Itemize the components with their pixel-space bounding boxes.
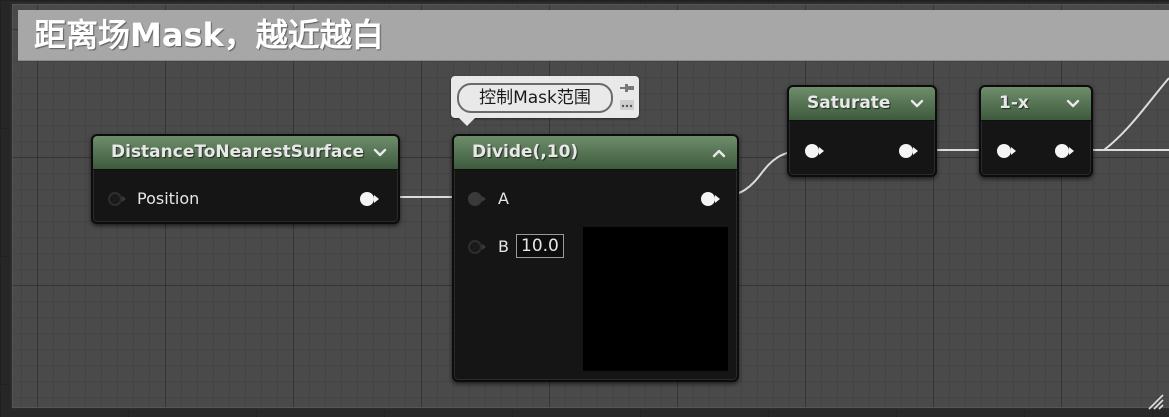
pin-label-position: Position xyxy=(137,189,200,208)
pin-label-b: B xyxy=(498,237,509,256)
comment-bubble-text: 控制Mask范围 xyxy=(479,88,591,108)
comment-bubble-pill[interactable]: 控制Mask范围 xyxy=(457,83,613,113)
node-header[interactable]: Divide(,10) xyxy=(454,136,737,170)
pin-connector-icon[interactable] xyxy=(803,143,825,159)
node-comment-bubble[interactable]: 控制Mask范围 xyxy=(451,76,639,126)
pin-connector-icon[interactable] xyxy=(897,143,919,159)
node-title: Divide(,10) xyxy=(472,142,579,162)
b-value-input[interactable]: 10.0 xyxy=(516,234,564,258)
node-divide[interactable]: Divide(,10) A B 10.0 xyxy=(452,134,739,382)
chevron-down-icon[interactable] xyxy=(909,96,925,112)
node-preview xyxy=(583,227,728,371)
pin-icon[interactable] xyxy=(619,82,635,94)
node-title: 1-x xyxy=(999,93,1029,113)
chevron-down-icon[interactable] xyxy=(1065,96,1081,112)
node-title: Saturate xyxy=(807,93,891,113)
node-header[interactable]: 1-x xyxy=(981,87,1091,121)
node-one-minus[interactable]: 1-x xyxy=(979,85,1093,177)
pin-connector-icon[interactable] xyxy=(107,191,129,207)
chevron-down-icon[interactable] xyxy=(372,145,388,161)
comment-header[interactable]: 距离场Mask，越近越白 xyxy=(18,10,1169,61)
node-header[interactable]: Saturate xyxy=(789,87,935,121)
pin-connector-icon[interactable] xyxy=(467,239,489,255)
dots-icon[interactable] xyxy=(620,100,634,110)
chevron-up-icon[interactable] xyxy=(711,145,727,161)
pin-connector-icon[interactable] xyxy=(699,191,721,207)
pin-connector-icon[interactable] xyxy=(995,143,1017,159)
pin-connector-icon[interactable] xyxy=(1053,143,1075,159)
resize-grip-icon[interactable] xyxy=(1145,391,1165,411)
pin-label-a: A xyxy=(498,189,509,208)
node-title: DistanceToNearestSurface xyxy=(111,142,364,162)
pin-connector-icon[interactable] xyxy=(358,191,380,207)
node-header[interactable]: DistanceToNearestSurface xyxy=(93,136,398,170)
comment-title: 距离场Mask，越近越白 xyxy=(34,16,384,54)
pin-connector-icon[interactable] xyxy=(467,191,489,207)
graph-canvas[interactable]: 距离场Mask，越近越白 DistanceToNearestSurface Po… xyxy=(0,0,1169,417)
node-distance-to-nearest-surface[interactable]: DistanceToNearestSurface Position xyxy=(91,134,400,224)
node-saturate[interactable]: Saturate xyxy=(787,85,937,177)
